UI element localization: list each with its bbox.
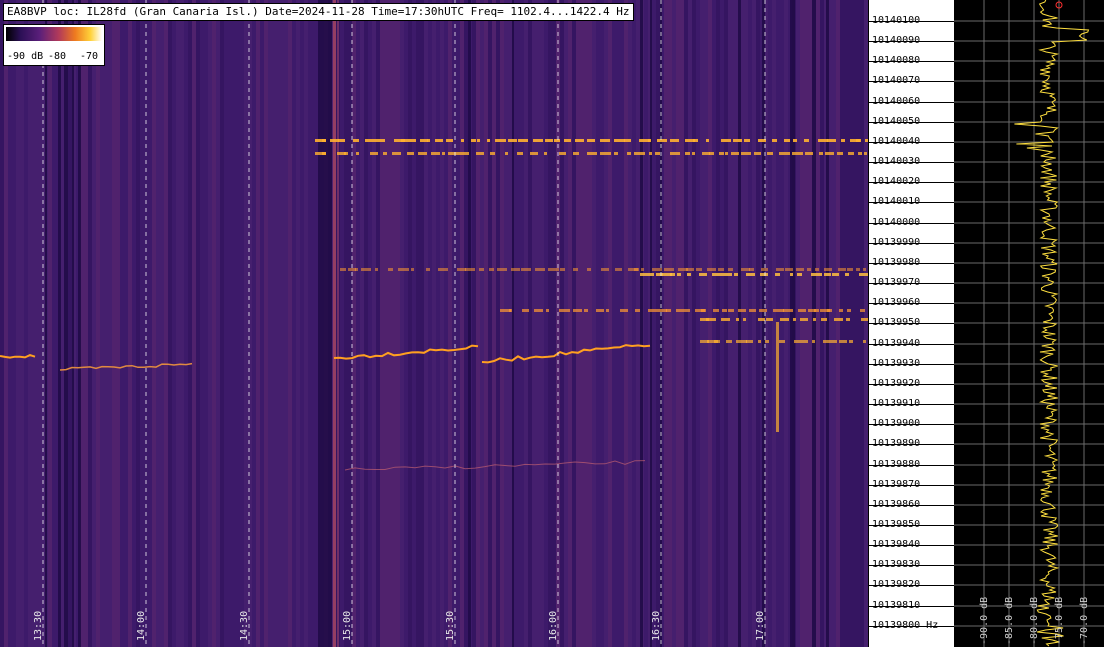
waterfall-display: 13:30 14:00 14:30 15:00 15:30 16:00 16:30 17:00 — [0, 0, 868, 647]
db-label: -85.0 dB — [1004, 596, 1015, 645]
time-label: 16:00 — [548, 610, 559, 641]
freq-label: 10139860 — [872, 499, 921, 510]
freq-label: 10139930 — [872, 358, 921, 369]
freq-label: 10139890 — [872, 438, 921, 449]
color-scale-bar — [6, 27, 102, 41]
spectrum-panel: -90.0 dB -85.0 dB -80.0 dB -75.0 dB -70.0 dB — [954, 0, 1104, 647]
freq-label: 10140000 — [872, 217, 921, 228]
freq-label: 10140060 — [872, 96, 921, 107]
freq-label: 10140040 — [872, 136, 921, 147]
time-label: 14:00 — [136, 610, 147, 641]
freq-label: 10139880 — [872, 459, 921, 470]
time-label: 14:30 — [239, 610, 250, 641]
time-label: 16:30 — [651, 610, 662, 641]
freq-label: 10139940 — [872, 338, 921, 349]
freq-label: 10140020 — [872, 176, 921, 187]
legend-label-mid: -80 — [48, 51, 67, 62]
time-label: 17:00 — [755, 610, 766, 641]
freq-label: 10140050 — [872, 116, 921, 127]
db-label: -90.0 dB — [979, 596, 990, 645]
freq-label: 10139920 — [872, 378, 921, 389]
freq-label: 10139840 — [872, 539, 921, 550]
waterfall-background — [0, 0, 868, 647]
spectrum-plot — [954, 0, 1104, 647]
freq-label: 10139990 — [872, 237, 921, 248]
legend-label-min: -90 dB — [7, 51, 44, 62]
freq-label: 10140080 — [872, 55, 921, 66]
freq-label: 10139970 — [872, 277, 921, 288]
freq-label: 10139900 — [872, 418, 921, 429]
waterfall-canvas — [0, 0, 868, 647]
legend-label-max: -70 — [80, 51, 99, 62]
freq-label: 10140010 — [872, 196, 921, 207]
freq-label: 10139850 — [872, 519, 921, 530]
freq-label: 10139980 — [872, 257, 921, 268]
freq-label: 10139910 — [872, 398, 921, 409]
freq-label: 10139800 Hz — [872, 620, 939, 631]
freq-label: 10139870 — [872, 479, 921, 490]
freq-label: 10139950 — [872, 317, 921, 328]
db-label: -80.0 dB — [1029, 596, 1040, 645]
freq-label: 10140090 — [872, 35, 921, 46]
db-label: -70.0 dB — [1079, 596, 1090, 645]
time-label: 15:00 — [342, 610, 353, 641]
station-info-header: EA8BVP loc: IL28fd (Gran Canaria Isl.) D… — [3, 3, 634, 21]
freq-label: 10140100 — [872, 15, 921, 26]
freq-label: 10139830 — [872, 559, 921, 570]
db-label: -75.0 dB — [1054, 596, 1065, 645]
time-label: 15:30 — [445, 610, 456, 641]
frequency-axis: 10140100 10140090 10140080 10140070 10140060… — [868, 0, 955, 647]
color-scale-legend: -90 dB -80 -70 — [3, 24, 105, 66]
freq-label: 10140070 — [872, 75, 921, 86]
freq-label: 10139820 — [872, 579, 921, 590]
freq-label: 10140030 — [872, 156, 921, 167]
freq-label: 10139960 — [872, 297, 921, 308]
spectrum-grid — [954, 0, 1104, 647]
time-label: 13:30 — [33, 610, 44, 641]
freq-label: 10139810 — [872, 600, 921, 611]
